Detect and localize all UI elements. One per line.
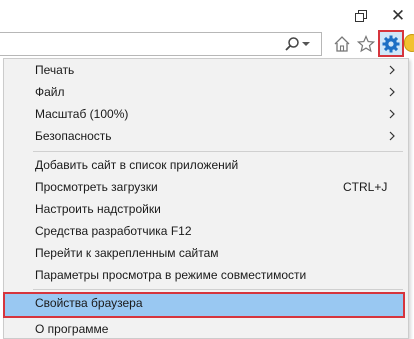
menu-item-label: Масштаб (100%) [35, 107, 129, 121]
menu-item-label: Печать [35, 63, 75, 77]
address-bar[interactable] [0, 32, 322, 56]
menu-separator [33, 289, 403, 290]
tools-menu: Печать Файл Масштаб (100%) Безопасность … [3, 58, 409, 339]
menu-item-about[interactable]: О программе [4, 318, 408, 339]
menu-item-shortcut: CTRL+J [343, 180, 388, 194]
menu-item-label: Свойства браузера [35, 296, 143, 310]
menu-item-label: Параметры просмотра в режиме совместимос… [35, 268, 307, 282]
tools-button[interactable] [378, 30, 404, 57]
chevron-right-icon [389, 109, 395, 119]
menu-item-print[interactable]: Печать [4, 59, 408, 81]
menu-item-add-site-to-apps[interactable]: Добавить сайт в список приложений [4, 154, 408, 176]
menu-item-internet-options[interactable]: Свойства браузера [3, 292, 405, 318]
close-window-button[interactable]: ✕ [384, 4, 412, 26]
menu-item-label: О программе [35, 322, 109, 336]
menu-item-label: Настроить надстройки [35, 202, 161, 216]
favorites-button[interactable] [355, 33, 377, 55]
menu-item-label: Средства разработчика F12 [35, 224, 192, 238]
menu-item-label: Перейти к закрепленным сайтам [35, 246, 219, 260]
menu-item-compatibility-view[interactable]: Параметры просмотра в режиме совместимос… [4, 264, 408, 286]
menu-item-label: Файл [35, 85, 65, 99]
close-icon: ✕ [390, 5, 406, 25]
menu-item-pinned-sites[interactable]: Перейти к закрепленным сайтам [4, 242, 408, 264]
menu-separator [33, 151, 403, 152]
menu-item-developer-tools[interactable]: Средства разработчика F12 [4, 220, 408, 242]
chevron-right-icon [389, 65, 395, 75]
gear-icon [382, 35, 400, 52]
chevron-down-icon[interactable] [302, 42, 310, 46]
chevron-right-icon [389, 131, 395, 141]
search-icon[interactable] [284, 36, 300, 52]
menu-item-manage-addons[interactable]: Настроить надстройки [4, 198, 408, 220]
menu-item-label: Добавить сайт в список приложений [35, 158, 239, 172]
menu-item-label: Просмотреть загрузки [35, 180, 158, 194]
chevron-right-icon [389, 87, 395, 97]
star-icon [357, 35, 375, 53]
menu-item-label: Безопасность [35, 129, 112, 143]
restore-icon [354, 9, 367, 22]
menu-item-zoom[interactable]: Масштаб (100%) [4, 103, 408, 125]
menu-item-view-downloads[interactable]: Просмотреть загрузки CTRL+J [4, 176, 408, 198]
feedback-smiley-icon[interactable] [404, 34, 414, 52]
menu-item-security[interactable]: Безопасность [4, 125, 408, 147]
home-icon [334, 36, 350, 52]
home-button[interactable] [331, 33, 353, 55]
menu-item-file[interactable]: Файл [4, 81, 408, 103]
restore-window-button[interactable] [346, 4, 374, 26]
